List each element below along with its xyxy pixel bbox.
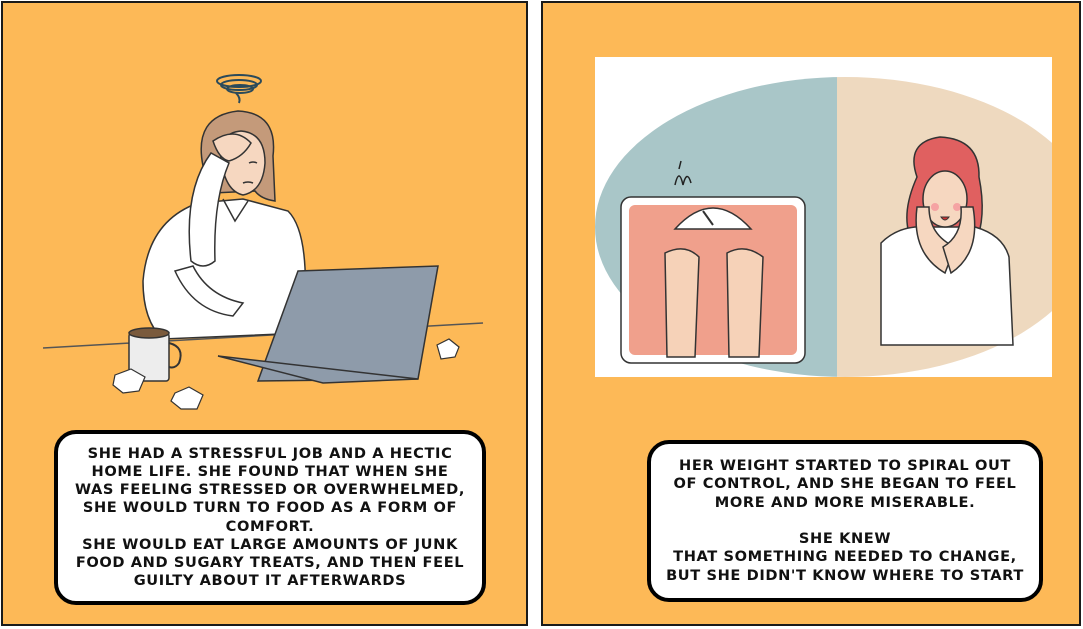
crumpled-paper-icon: [170, 386, 204, 410]
caption-text-right: HER WEIGHT STARTED TO SPIRAL OUT OF CONT…: [666, 457, 1024, 584]
foot-icon: [664, 248, 700, 358]
stress-scribble-icon: [216, 74, 262, 104]
comic-panel-right: HER WEIGHT STARTED TO SPIRAL OUT OF CONT…: [541, 1, 1083, 626]
caption-box-right: HER WEIGHT STARTED TO SPIRAL OUT OF CONT…: [647, 440, 1043, 602]
comic-panel-left: SHE HAD A STRESSFUL JOB AND A HECTIC HOM…: [1, 1, 528, 626]
scale-woman-illustration-frame: [595, 57, 1083, 377]
caption-text-left: SHE HAD A STRESSFUL JOB AND A HECTIC HOM…: [74, 444, 465, 590]
foot-icon: [726, 248, 764, 358]
crumpled-paper-icon: [436, 338, 460, 360]
stressed-woman-illustration: [43, 74, 484, 410]
scale-and-worried-woman-illustration: [595, 77, 1083, 377]
caption-box-left: SHE HAD A STRESSFUL JOB AND A HECTIC HOM…: [54, 430, 486, 605]
bathroom-scale-icon: [620, 196, 806, 364]
